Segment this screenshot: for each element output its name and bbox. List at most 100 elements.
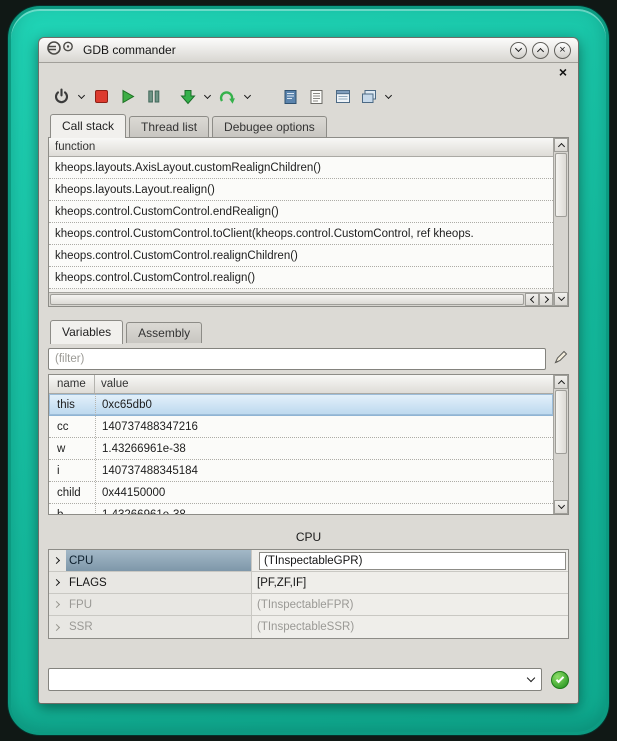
close-button[interactable]: ×	[554, 42, 571, 59]
memory-window-icon	[335, 89, 351, 104]
variable-value: 140737488345184	[95, 460, 553, 481]
filter-row	[48, 348, 569, 370]
variable-row[interactable]: cc 140737488347216	[49, 416, 553, 438]
windows-icon	[361, 89, 377, 104]
chevron-down-icon	[204, 91, 211, 98]
callstack-row[interactable]: kheops.control.CustomControl.endRealign(…	[49, 201, 553, 223]
maximize-button[interactable]	[532, 42, 549, 59]
cpu-row-name: FPU	[66, 594, 252, 615]
show-windows-button[interactable]	[357, 84, 380, 110]
callstack-row[interactable]: kheops.control.CustomControl.toClient(kh…	[49, 223, 553, 245]
variable-row[interactable]: w 1.43266961e-38	[49, 438, 553, 460]
run-button[interactable]	[116, 84, 139, 110]
step-over-button[interactable]	[216, 84, 239, 110]
app-menu-icon[interactable]	[46, 40, 76, 61]
scrollbar-thumb[interactable]	[555, 390, 567, 454]
chevron-down-icon	[244, 91, 251, 98]
callstack-vertical-scrollbar[interactable]	[553, 138, 568, 306]
scroll-up-button[interactable]	[554, 138, 568, 152]
step-into-dropdown-button[interactable]	[202, 84, 213, 110]
chevron-down-icon	[385, 91, 392, 98]
variable-row[interactable]: this 0xc65db0	[49, 394, 553, 416]
variables-panel: name value this 0xc65db0 cc 140737488347…	[48, 374, 569, 515]
callstack-horizontal-scrollbar[interactable]	[49, 292, 553, 306]
chevron-left-icon	[529, 296, 536, 303]
scrollbar-track[interactable]	[554, 218, 568, 292]
scrollbar-track[interactable]	[554, 455, 568, 500]
stop-button[interactable]	[90, 84, 113, 110]
clear-filter-button[interactable]	[553, 349, 569, 370]
variable-value: 0x44150000	[95, 482, 553, 503]
cpu-panel-title: CPU	[48, 530, 569, 544]
value-column-header[interactable]: value	[95, 375, 553, 393]
step-into-button[interactable]	[176, 84, 199, 110]
tab-thread-list[interactable]: Thread list	[129, 116, 209, 137]
open-document-button[interactable]	[279, 84, 302, 110]
cpu-value-field[interactable]: (TInspectableGPR)	[259, 552, 566, 570]
power-button[interactable]	[50, 84, 73, 110]
cpu-row[interactable]: FPU (TInspectableFPR)	[49, 594, 568, 616]
expand-button[interactable]	[49, 572, 66, 593]
tab-variables[interactable]: Variables	[50, 320, 123, 344]
show-memory-button[interactable]	[331, 84, 354, 110]
power-dropdown-button[interactable]	[76, 84, 87, 110]
chevron-down-icon	[557, 502, 564, 509]
expand-button[interactable]	[49, 594, 66, 615]
show-list-button[interactable]	[305, 84, 328, 110]
titlebar[interactable]: GDB commander ×	[39, 38, 578, 63]
pen-icon	[553, 349, 569, 365]
expand-button[interactable]	[49, 550, 66, 571]
cpu-row[interactable]: SSR (TInspectableSSR)	[49, 616, 568, 638]
cpu-inspector: CPU (TInspectableGPR) FLAGS [PF,ZF,IF] F…	[48, 549, 569, 639]
tab-debugee-options[interactable]: Debugee options	[212, 116, 327, 137]
scroll-right-button[interactable]	[539, 293, 553, 306]
scroll-left-button[interactable]	[525, 293, 539, 306]
callstack-row[interactable]: kheops.control.CustomControl.realignChil…	[49, 245, 553, 267]
variable-name: cc	[49, 416, 95, 437]
chevron-up-icon	[557, 380, 564, 387]
scroll-down-button[interactable]	[554, 292, 568, 306]
name-column-header[interactable]: name	[49, 375, 95, 393]
callstack-row[interactable]: kheops.control.CustomControl.realign()	[49, 267, 553, 289]
command-row	[48, 668, 569, 691]
scroll-up-button[interactable]	[554, 375, 568, 389]
list-icon	[309, 89, 324, 105]
debug-toolbar	[48, 80, 569, 113]
variable-row[interactable]: b 1.43266961e-38	[49, 504, 553, 514]
confirm-button[interactable]	[551, 671, 569, 689]
chevron-right-icon	[53, 579, 60, 586]
expand-button[interactable]	[49, 616, 66, 638]
command-input[interactable]	[56, 674, 528, 686]
callstack-panel: function kheops.layouts.AxisLayout.custo…	[48, 137, 569, 307]
cpu-row-name: CPU	[66, 550, 252, 571]
chevron-right-icon	[53, 623, 60, 630]
cpu-row[interactable]: CPU (TInspectableGPR)	[49, 550, 568, 572]
tab-assembly[interactable]: Assembly	[126, 322, 202, 343]
pause-button[interactable]	[142, 84, 165, 110]
scrollbar-thumb[interactable]	[50, 294, 524, 305]
scroll-down-button[interactable]	[554, 500, 568, 514]
callstack-row[interactable]: kheops.layouts.AxisLayout.customRealignC…	[49, 157, 553, 179]
command-combobox[interactable]	[48, 668, 542, 691]
chevron-down-icon	[527, 674, 535, 682]
chevron-up-icon	[537, 48, 544, 55]
variable-row[interactable]: i 140737488345184	[49, 460, 553, 482]
callstack-row[interactable]: kheops.layouts.Layout.realign()	[49, 179, 553, 201]
check-icon	[556, 674, 564, 682]
run-icon	[120, 89, 135, 104]
variables-vertical-scrollbar[interactable]	[553, 375, 568, 514]
scrollbar-thumb[interactable]	[555, 153, 567, 217]
filter-input[interactable]	[48, 348, 546, 370]
chevron-right-icon	[541, 296, 548, 303]
tab-call-stack[interactable]: Call stack	[50, 114, 126, 138]
panel-close-button[interactable]: ×	[557, 65, 569, 80]
variable-row[interactable]: child 0x44150000	[49, 482, 553, 504]
cpu-row[interactable]: FLAGS [PF,ZF,IF]	[49, 572, 568, 594]
step-over-dropdown-button[interactable]	[242, 84, 253, 110]
cpu-row-value: [PF,ZF,IF]	[252, 572, 568, 593]
minimize-button[interactable]	[510, 42, 527, 59]
cpu-row-name: SSR	[66, 616, 252, 638]
show-windows-dropdown-button[interactable]	[383, 84, 394, 110]
callstack-column-header[interactable]: function	[49, 138, 553, 157]
step-into-icon	[180, 89, 196, 105]
